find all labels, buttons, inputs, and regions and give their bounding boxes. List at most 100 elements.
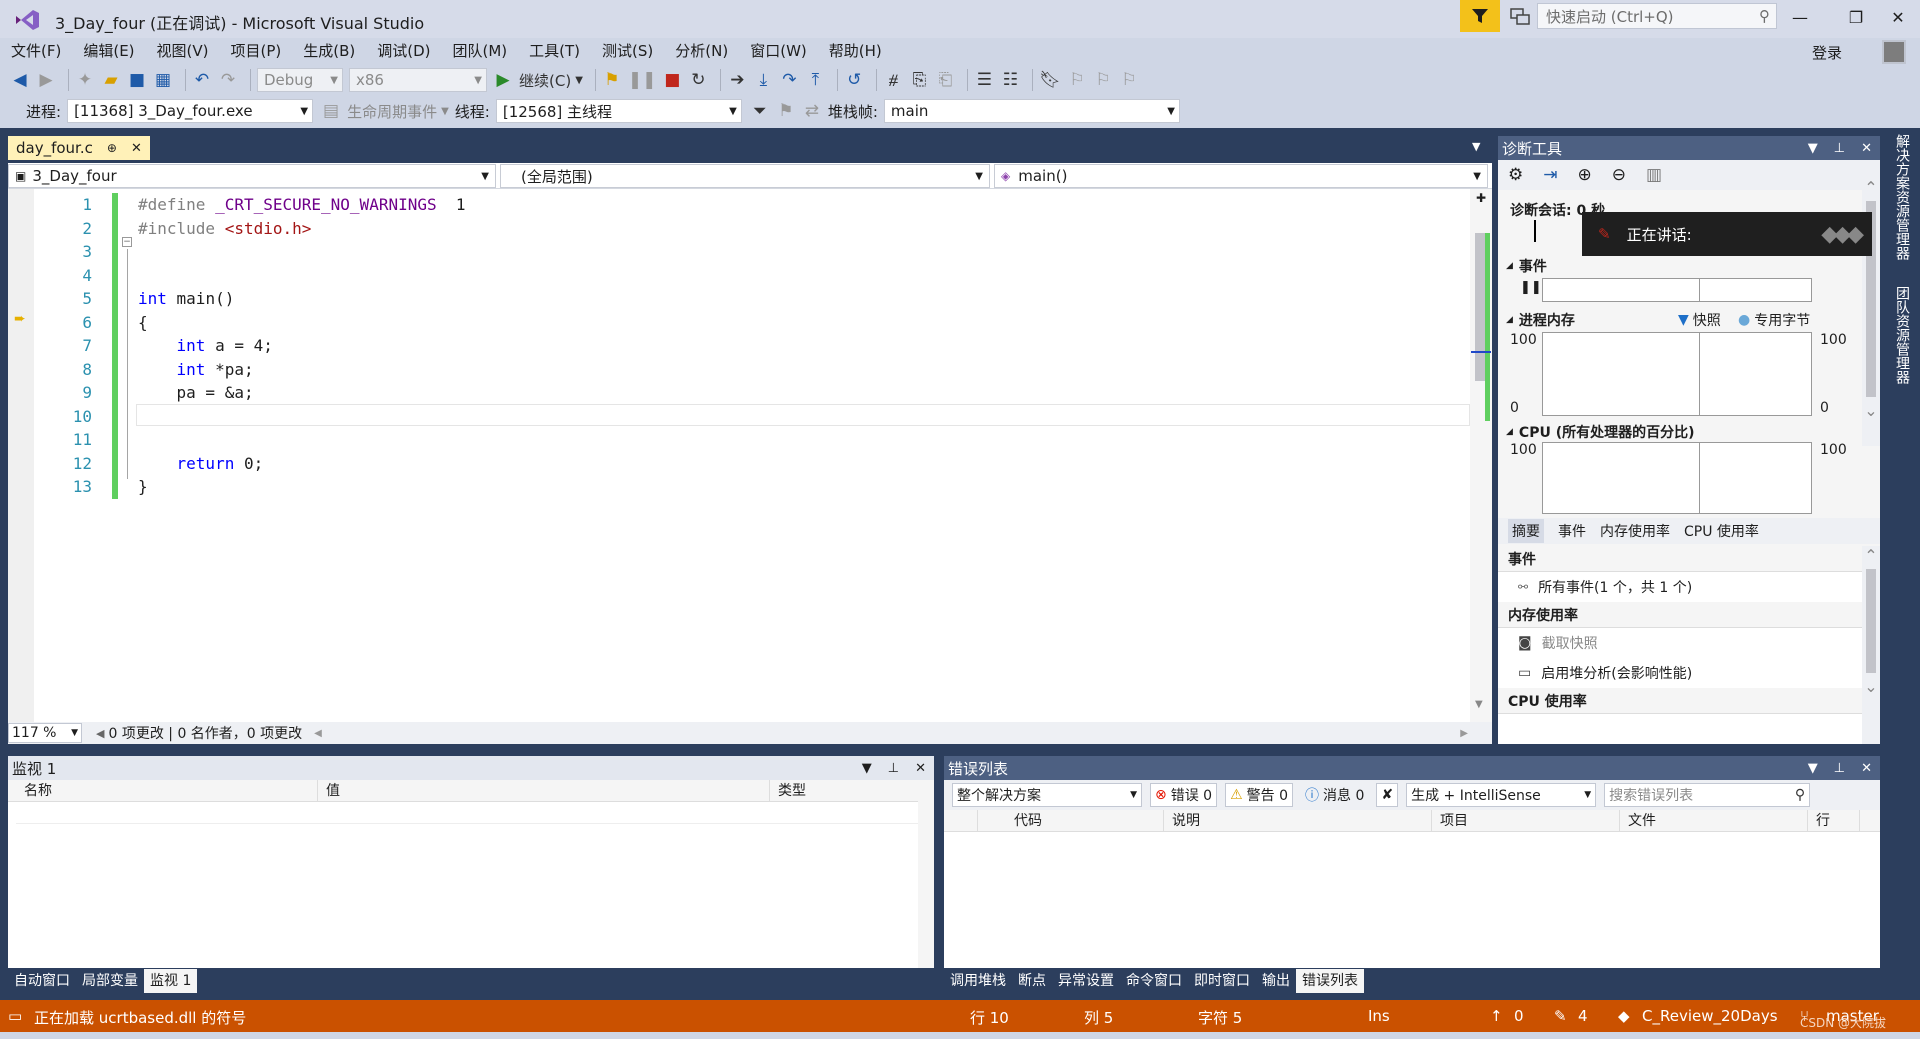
- process-dropdown[interactable]: [11368] 3_Day_four.exe ▼: [67, 99, 314, 123]
- stack-frame-dropdown[interactable]: main ▼: [883, 99, 1180, 123]
- menu-file[interactable]: 文件(F): [0, 38, 72, 64]
- all-events-link[interactable]: ⚯ 所有事件(1 个，共 1 个): [1498, 572, 1862, 602]
- tab-watch-1[interactable]: 监视 1: [144, 969, 198, 993]
- messages-filter-button[interactable]: ⓘ 消息 0: [1301, 783, 1368, 807]
- uncomment-icon[interactable]: ☷: [1000, 68, 1020, 92]
- scroll-up-icon[interactable]: ⌃: [1862, 178, 1880, 197]
- scroll-down-icon[interactable]: ▼: [1475, 699, 1483, 710]
- filter-icon[interactable]: ⏷: [750, 99, 770, 123]
- select-tools-icon[interactable]: ⇥: [1543, 165, 1557, 185]
- step-back-icon[interactable]: ↺: [844, 68, 864, 92]
- status-unpushed[interactable]: 0: [1514, 1007, 1524, 1025]
- watch-empty-row[interactable]: [16, 802, 934, 824]
- maximize-button[interactable]: ❐: [1838, 4, 1874, 30]
- avatar[interactable]: [1882, 40, 1906, 64]
- hex-display-icon[interactable]: ⧣: [883, 68, 903, 92]
- forward-icon[interactable]: ▶: [36, 68, 56, 92]
- tab-call-stack[interactable]: 调用堆栈: [944, 969, 1012, 993]
- platform-dropdown[interactable]: x86 ▼: [349, 68, 487, 92]
- step-into-icon[interactable]: ⤓: [753, 68, 773, 92]
- pin-icon[interactable]: ⊥: [1834, 761, 1845, 776]
- column-name[interactable]: 名称: [8, 779, 318, 802]
- tab-error-list[interactable]: 错误列表: [1296, 969, 1364, 993]
- tab-summary[interactable]: 摘要: [1508, 519, 1544, 543]
- next-bookmark-icon[interactable]: ⚐: [1093, 68, 1113, 92]
- tab-breakpoints[interactable]: 断点: [1012, 969, 1052, 993]
- tab-exception-settings[interactable]: 异常设置: [1052, 969, 1120, 993]
- flag-thread-icon[interactable]: ⚑: [776, 99, 796, 123]
- tab-command-window[interactable]: 命令窗口: [1120, 969, 1188, 993]
- hot-reload-icon[interactable]: ⚑: [602, 68, 622, 92]
- menu-project[interactable]: 项目(P): [220, 38, 293, 64]
- feedback-icon[interactable]: [1510, 8, 1530, 26]
- warnings-filter-button[interactable]: ⚠ 警告 0: [1225, 783, 1294, 807]
- show-flagged-icon[interactable]: ⇄: [802, 99, 822, 123]
- comment-icon[interactable]: ☰: [974, 68, 994, 92]
- take-snapshot-button[interactable]: ◙ 截取快照: [1498, 628, 1862, 658]
- code-editor[interactable]: ➨ 1 2 3 4 5 6 7 8 9 10 11 12 13 − #defin…: [8, 189, 1492, 722]
- minimize-button[interactable]: —: [1782, 4, 1818, 30]
- scope-dropdown[interactable]: (全局范围) ▼: [500, 164, 990, 188]
- back-icon[interactable]: ◀: [10, 68, 30, 92]
- prev-bookmark-icon[interactable]: ⚐: [1067, 68, 1087, 92]
- save-icon[interactable]: ■: [127, 68, 147, 92]
- restart-icon[interactable]: ↻: [688, 68, 708, 92]
- clear-bookmarks-icon[interactable]: ⚐: [1119, 68, 1139, 92]
- push-icon[interactable]: ↑: [1490, 1007, 1503, 1025]
- step-over-icon[interactable]: ↷: [779, 68, 799, 92]
- scroll-up-icon[interactable]: ⌃: [1862, 546, 1880, 565]
- close-icon[interactable]: ✕: [131, 141, 142, 156]
- scroll-right-icon[interactable]: ▶: [1460, 728, 1468, 739]
- lifecycle-icon[interactable]: ▤: [321, 99, 341, 123]
- codelens-summary[interactable]: 0 项更改 | 0 名作者，0 项更改: [108, 723, 302, 743]
- pin-icon[interactable]: ⊥: [1834, 141, 1845, 156]
- clear-filter-icon[interactable]: ✘: [1376, 783, 1399, 807]
- pin-icon[interactable]: ⊕: [107, 141, 117, 155]
- menu-debug[interactable]: 调试(D): [366, 38, 441, 64]
- chevron-down-icon[interactable]: ▼: [862, 761, 872, 776]
- menu-build[interactable]: 生成(B): [292, 38, 366, 64]
- pencil-icon[interactable]: ✎: [1554, 1007, 1567, 1025]
- column-project[interactable]: 项目: [1432, 809, 1620, 832]
- tab-cpu-usage[interactable]: CPU 使用率: [1684, 521, 1759, 541]
- column-description[interactable]: 说明: [1164, 809, 1432, 832]
- tab-output[interactable]: 输出: [1256, 969, 1296, 993]
- scope-dropdown[interactable]: 整个解决方案 ▼: [952, 783, 1142, 807]
- configuration-dropdown[interactable]: Debug ▼: [257, 68, 343, 92]
- pause-icon[interactable]: ❚❚: [1520, 280, 1542, 295]
- tab-events[interactable]: 事件: [1558, 521, 1586, 541]
- menu-window[interactable]: 窗口(W): [739, 38, 818, 64]
- zoom-in-icon[interactable]: ⊕: [1578, 165, 1592, 185]
- side-tab-solution-explorer[interactable]: 解决方案资源管理器: [1888, 134, 1912, 260]
- scroll-down-icon[interactable]: ⌄: [1862, 677, 1880, 696]
- column-type[interactable]: 类型: [770, 780, 920, 802]
- search-error-list-input[interactable]: 搜索错误列表 ⚲: [1604, 783, 1811, 807]
- watch-vertical-scrollbar[interactable]: [918, 780, 934, 968]
- sign-in-link[interactable]: 登录: [1812, 42, 1842, 63]
- status-edits[interactable]: 4: [1578, 1007, 1588, 1025]
- redo-icon[interactable]: ↷: [218, 68, 238, 92]
- column-value[interactable]: 值: [318, 779, 770, 802]
- close-icon[interactable]: ✕: [915, 761, 926, 776]
- tab-locals[interactable]: 局部变量: [76, 969, 144, 993]
- summary-vertical-scrollbar[interactable]: ⌃ ⌄: [1862, 546, 1880, 744]
- chevron-down-icon[interactable]: ▼: [1808, 761, 1818, 776]
- breakpoint-gutter[interactable]: [8, 189, 34, 722]
- split-window-icon[interactable]: ✚: [1473, 191, 1489, 207]
- build-filter-dropdown[interactable]: 生成 + IntelliSense ▼: [1406, 783, 1597, 807]
- menu-help[interactable]: 帮助(H): [818, 38, 893, 64]
- pause-icon[interactable]: ❚❚: [628, 68, 657, 92]
- continue-button[interactable]: 继续(C) ▼: [519, 68, 583, 92]
- zoom-dropdown[interactable]: 117 % ▼: [8, 723, 82, 743]
- show-next-statement-icon[interactable]: ➔: [727, 68, 747, 92]
- column-line[interactable]: 行: [1808, 809, 1860, 832]
- notification-filter-icon[interactable]: [1460, 0, 1500, 32]
- tab-immediate-window[interactable]: 即时窗口: [1188, 969, 1256, 993]
- zoom-out-icon[interactable]: ⊖: [1612, 165, 1626, 185]
- tab-autos[interactable]: 自动窗口: [8, 969, 76, 993]
- pin-icon[interactable]: ⊥: [888, 761, 899, 776]
- scrollbar-thumb[interactable]: [1866, 569, 1876, 673]
- open-folder-icon[interactable]: ▰: [101, 68, 121, 92]
- threads-icon[interactable]: ⎘: [909, 68, 929, 92]
- lifecycle-events-button[interactable]: 生命周期事件 ▼: [347, 101, 449, 122]
